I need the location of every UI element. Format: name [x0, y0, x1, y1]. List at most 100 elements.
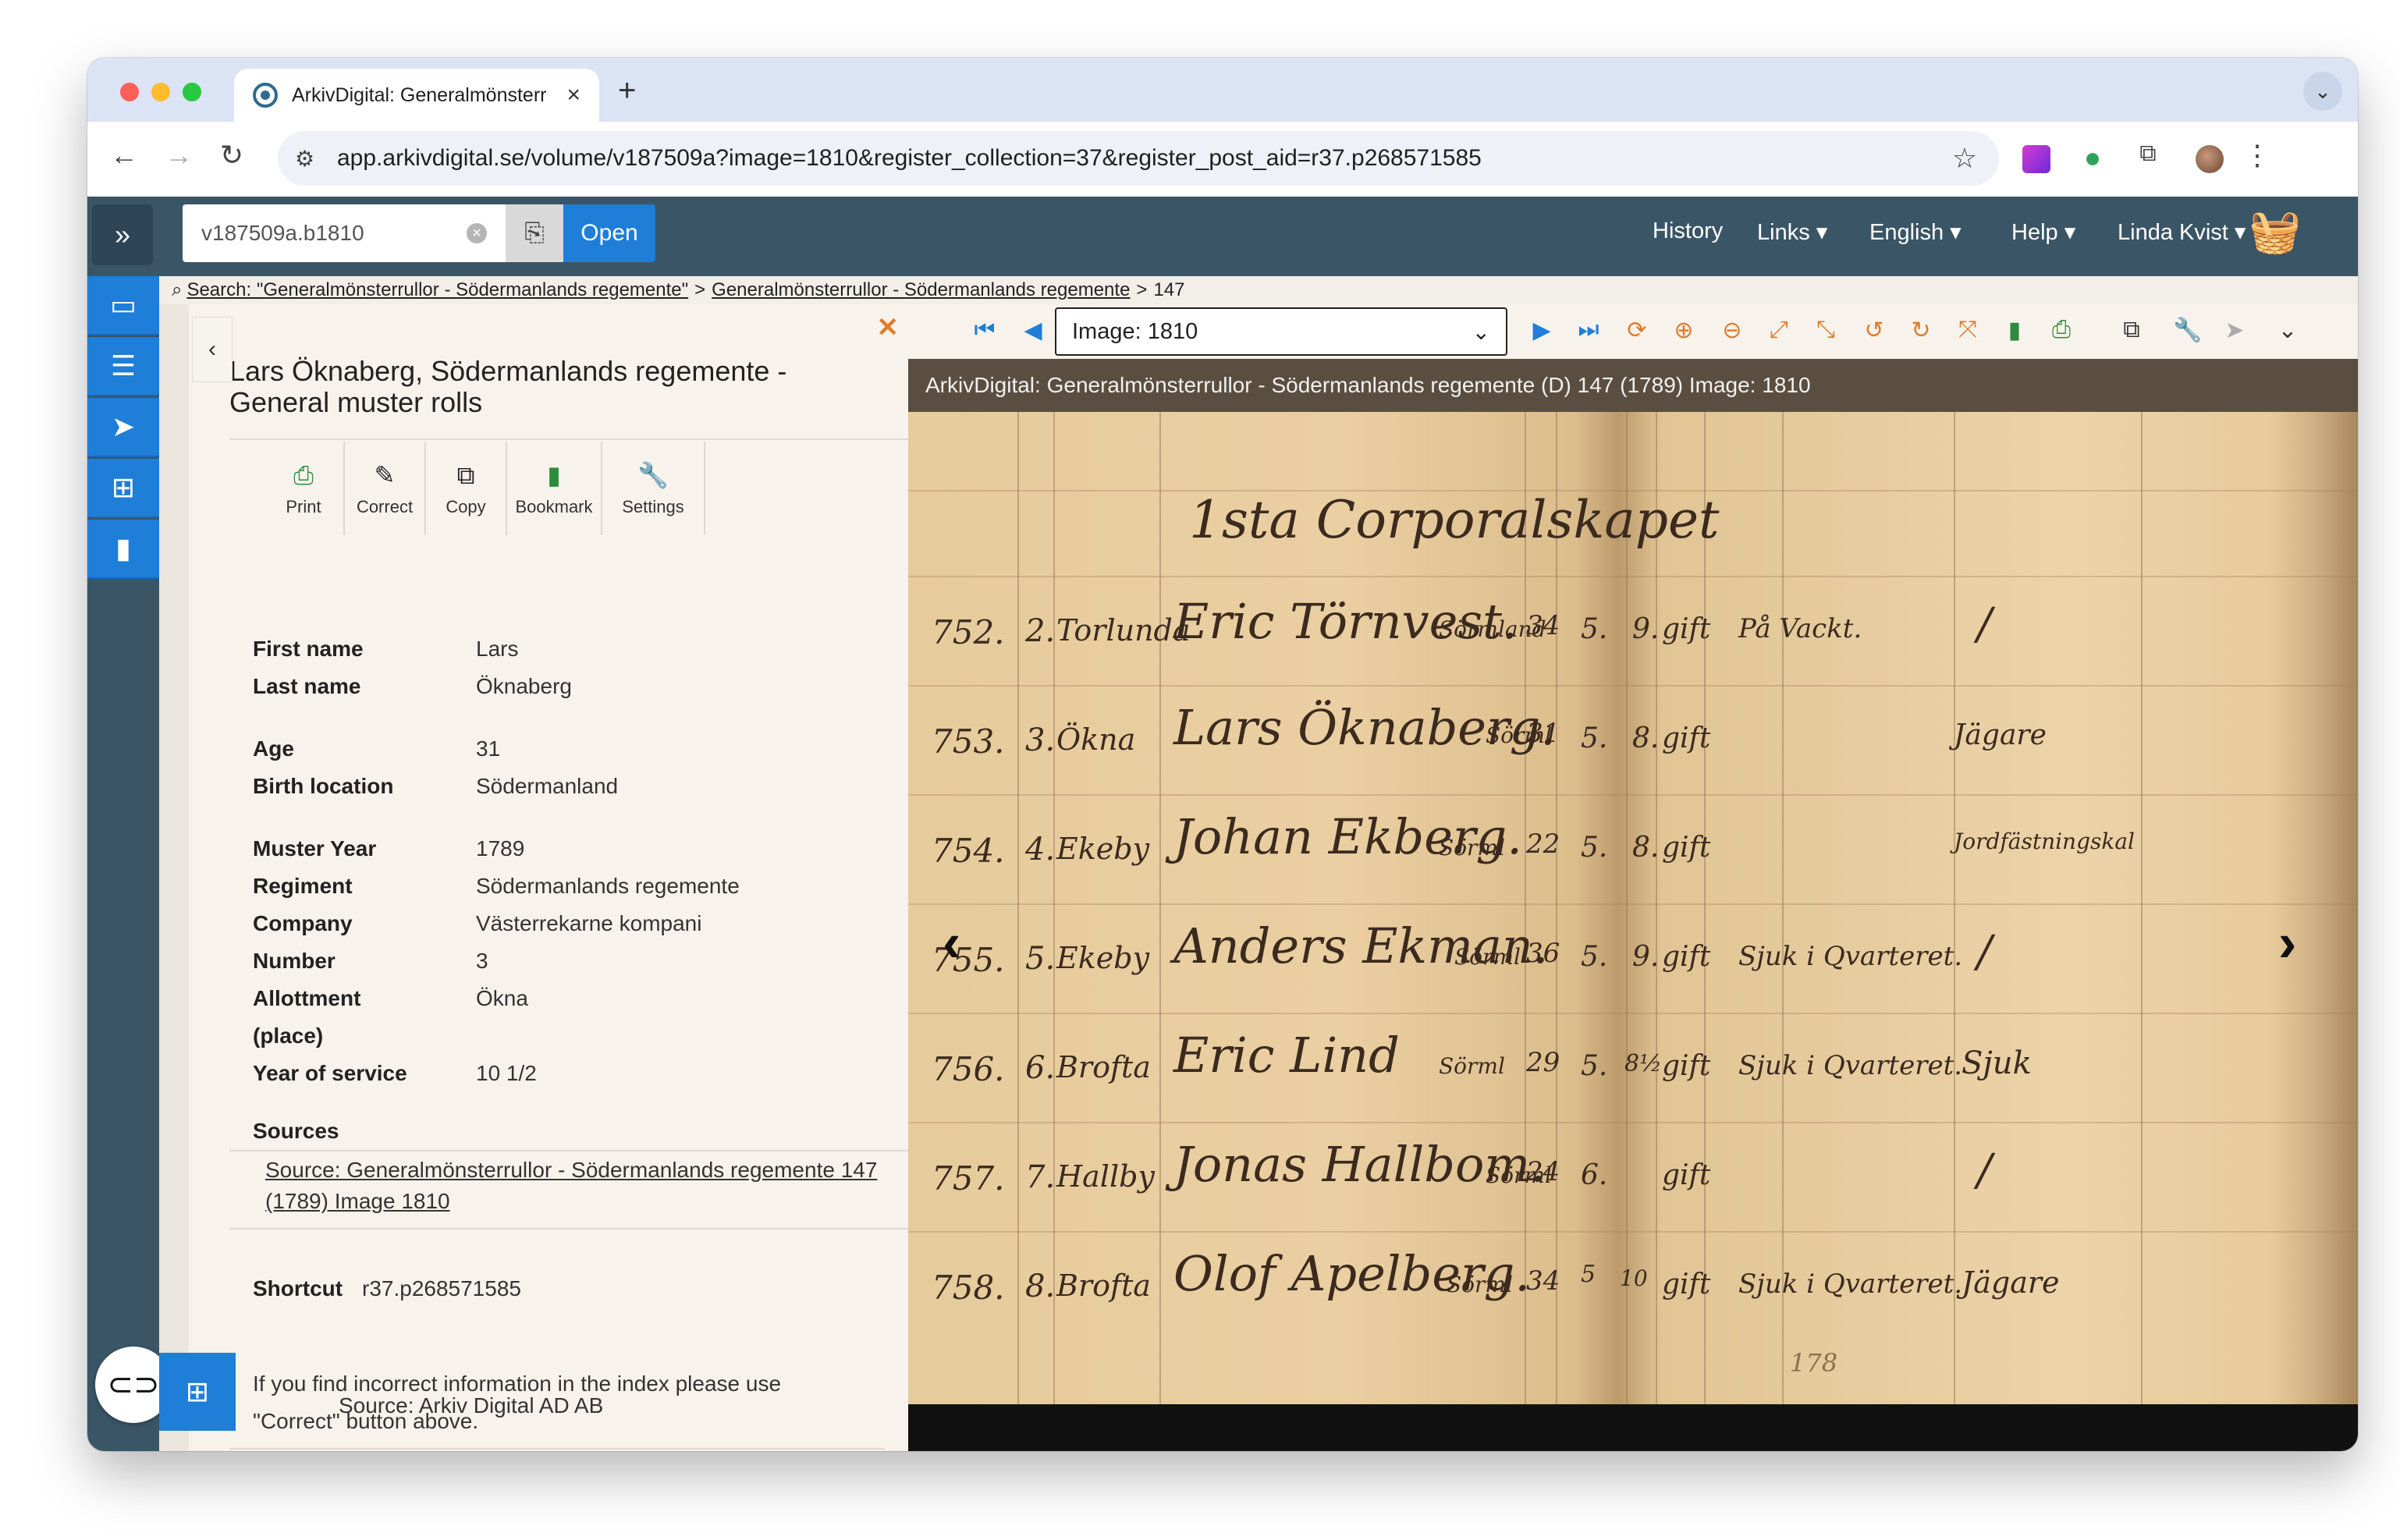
- manuscript-row-col: 5.: [1581, 832, 1608, 864]
- manuscript-row-age: 34: [1526, 610, 1560, 641]
- clear-input-icon[interactable]: ×: [467, 223, 487, 243]
- navigate-arrow-icon[interactable]: ➤: [87, 398, 159, 457]
- breadcrumb-search-link[interactable]: Search: "Generalmönsterrullor - Söderman…: [186, 279, 688, 301]
- manuscript-row-col: 5.: [1581, 1050, 1608, 1082]
- manuscript-row-age: 34: [1526, 1265, 1560, 1297]
- first-image-icon[interactable]: ⏮: [969, 317, 1000, 343]
- manuscript-row-note: På Vackt.: [1738, 613, 1862, 644]
- bookmark-image-icon[interactable]: ▮: [1999, 317, 2030, 344]
- expand-icon[interactable]: ⤢: [1763, 317, 1795, 343]
- new-tab-icon[interactable]: +: [618, 73, 636, 108]
- maximize-window-button[interactable]: [183, 83, 201, 101]
- close-tab-icon[interactable]: ×: [566, 82, 580, 108]
- rotate-right-icon[interactable]: ↻: [1905, 317, 1937, 344]
- image-viewer[interactable]: ArkivDigital: Generalmönsterrullor - Söd…: [908, 359, 2358, 1451]
- reload-icon[interactable]: ↻: [212, 139, 251, 172]
- previous-image-icon[interactable]: ◀: [1017, 317, 1049, 344]
- more-tools-chevron-icon[interactable]: ⌄: [2272, 317, 2303, 344]
- back-arrow-icon[interactable]: ←: [105, 139, 144, 172]
- list-menu-icon[interactable]: ☰: [87, 337, 159, 396]
- number-label: Number: [253, 949, 336, 973]
- age-label: Age: [253, 736, 294, 761]
- tab-search-chevron-icon[interactable]: ⌄: [2303, 72, 2342, 111]
- expand-sidebar-icon[interactable]: »: [92, 204, 153, 265]
- manuscript-row-num: 753.: [932, 722, 1005, 761]
- shrink-icon[interactable]: ⤡: [1810, 317, 1841, 343]
- close-window-button[interactable]: [120, 83, 139, 101]
- browser-tab[interactable]: ArkivDigital: Generalmönsterr ×: [234, 69, 599, 122]
- links-dropdown[interactable]: Links ▾: [1757, 218, 1827, 246]
- copy-button[interactable]: ⧉ Copy: [426, 442, 507, 535]
- zoom-in-icon[interactable]: ⊕: [1668, 317, 1699, 344]
- age-value: 31: [476, 736, 501, 761]
- next-page-chevron-icon[interactable]: ›: [2278, 911, 2296, 974]
- user-menu-dropdown[interactable]: Linda Kvist ▾: [2118, 218, 2246, 246]
- print-label: Print: [286, 497, 321, 516]
- wrench-icon[interactable]: 🔧: [2172, 317, 2203, 344]
- url-text[interactable]: app.arkivdigital.se/volume/v187509a?imag…: [337, 145, 1482, 172]
- copy-icon: ⧉: [456, 461, 475, 489]
- print-image-icon[interactable]: ⎙: [2046, 317, 2077, 343]
- navigate-arrow-icon[interactable]: ➤: [2219, 317, 2250, 344]
- open-button[interactable]: Open: [563, 204, 655, 262]
- search-icon: ⌕: [172, 279, 183, 300]
- panel-collapse-column: [159, 304, 189, 1451]
- muster-year-value: 1789: [476, 836, 525, 860]
- minimize-window-button[interactable]: [151, 83, 170, 101]
- forward-arrow-icon[interactable]: →: [159, 139, 198, 172]
- rotate-left-icon[interactable]: ↺: [1859, 317, 1890, 344]
- manuscript-row-num: 752.: [932, 613, 1005, 651]
- site-settings-icon[interactable]: ⚙: [295, 146, 326, 172]
- manuscript-row-x: 9.: [1632, 613, 1660, 645]
- collapse-panel-chevron-icon[interactable]: ‹: [192, 317, 233, 382]
- address-bar[interactable]: ⚙ app.arkivdigital.se/volume/v187509a?im…: [278, 131, 1999, 186]
- manuscript-row-idx: 4.: [1025, 832, 1056, 868]
- kebab-menu-icon[interactable]: ⋮: [2238, 139, 2277, 172]
- previous-page-chevron-icon[interactable]: ‹: [943, 911, 960, 974]
- manuscript-row-age: 36: [1526, 938, 1560, 969]
- paste-icon[interactable]: ⎘: [506, 204, 563, 262]
- manuscript-row-place: Hallby: [1056, 1159, 1155, 1194]
- correct-button[interactable]: ✎ Correct: [345, 442, 426, 535]
- family-tree-icon[interactable]: ⊞: [159, 1353, 236, 1431]
- family-tree-icon[interactable]: ⊞: [87, 459, 159, 518]
- manuscript-row-status: gift: [1662, 1050, 1711, 1082]
- manuscript-row-place: Ökna: [1056, 722, 1136, 757]
- archive-box-icon[interactable]: ▭: [87, 276, 159, 335]
- source-link[interactable]: Source: Generalmönsterrullor - Södermanl…: [265, 1155, 908, 1217]
- fit-screen-icon[interactable]: ⤧: [1952, 317, 1983, 343]
- divider: [229, 1228, 908, 1230]
- manuscript-row-place: Brofta: [1056, 1269, 1151, 1303]
- settings-button[interactable]: 🔧 Settings: [602, 442, 705, 535]
- printer-icon: ⎙: [293, 461, 314, 489]
- record-title: Lars Öknaberg, Södermanlands regemente -…: [229, 355, 787, 418]
- history-link[interactable]: History: [1653, 218, 1723, 244]
- breadcrumb-collection-link[interactable]: Generalmönsterrullor - Södermanlands reg…: [712, 279, 1130, 301]
- last-image-icon[interactable]: ⏭: [1573, 317, 1604, 343]
- language-dropdown[interactable]: English ▾: [1869, 218, 1962, 246]
- print-button[interactable]: ⎙ Print: [264, 442, 345, 535]
- next-image-icon[interactable]: ▶: [1526, 317, 1557, 344]
- image-select[interactable]: Image: 1810 ⌄: [1055, 307, 1507, 356]
- extensions-puzzle-icon[interactable]: ⧉: [2128, 140, 2167, 167]
- manuscript-row-x: 9.: [1632, 941, 1660, 973]
- bookmark-button[interactable]: ▮ Bookmark: [507, 442, 602, 535]
- refresh-icon[interactable]: ⟳: [1621, 317, 1653, 344]
- manuscript-row-x: 8½: [1624, 1050, 1663, 1077]
- volume-input[interactable]: v187509a.b1810 ×: [183, 204, 506, 262]
- avatar[interactable]: [2196, 145, 2224, 173]
- bookmark-star-icon[interactable]: ☆: [1952, 142, 1977, 175]
- extension-icon[interactable]: [2022, 145, 2050, 173]
- help-dropdown[interactable]: Help ▾: [2011, 218, 2075, 246]
- copy-image-icon[interactable]: ⧉: [2116, 317, 2147, 343]
- bookmark-icon[interactable]: ▮: [87, 520, 159, 579]
- manuscript-row-mark: Jägare: [1962, 1265, 2060, 1300]
- manuscript-row-origin: Sörml: [1439, 835, 1505, 860]
- close-panel-icon[interactable]: ✕: [877, 312, 900, 343]
- zoom-out-icon[interactable]: ⊖: [1717, 317, 1748, 344]
- shopping-basket-icon[interactable]: 🧺: [2249, 208, 2301, 257]
- manuscript-image[interactable]: 1sta Corporalskapet 752. 2. Torlunda Eri…: [908, 412, 2358, 1404]
- extension-leaf-icon[interactable]: [2079, 145, 2107, 173]
- volume-input-value[interactable]: v187509a.b1810: [201, 221, 364, 246]
- manuscript-row-note: Sjuk i Qvarteret.: [1738, 1269, 1963, 1300]
